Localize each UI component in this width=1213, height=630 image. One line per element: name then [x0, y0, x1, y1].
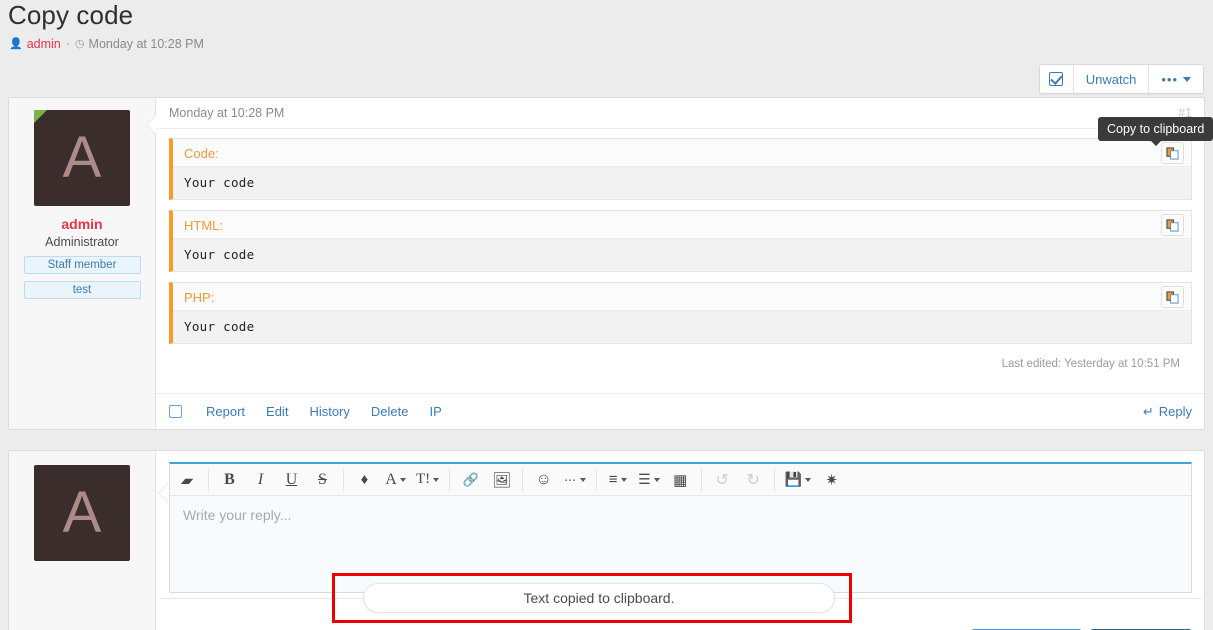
history-link[interactable]: History — [309, 404, 349, 419]
report-link[interactable]: Report — [206, 404, 245, 419]
last-edited-text: Last edited: Yesterday at 10:51 PM — [169, 354, 1192, 370]
code-block-php: PHP: Your code — [169, 282, 1192, 344]
toolbar-separator — [701, 469, 702, 491]
reply-input[interactable]: Write your reply... — [170, 496, 1191, 592]
image-icon[interactable]: 🖼 — [486, 465, 517, 495]
online-corner-flag-icon — [34, 110, 47, 123]
user-banner-test: test — [24, 281, 141, 299]
underline-icon[interactable]: U — [276, 465, 307, 495]
reply-label: Reply — [1159, 404, 1192, 419]
thread-meta: 👤 admin · ◷ Monday at 10:28 PM — [9, 37, 204, 51]
italic-icon[interactable]: I — [245, 465, 276, 495]
redo-icon[interactable]: ↻ — [738, 465, 769, 495]
page-title: Copy code — [8, 0, 133, 31]
code-block-label: HTML: — [173, 211, 1191, 239]
chevron-down-icon — [1183, 77, 1191, 82]
settings-gear-icon[interactable]: ✷ — [816, 465, 847, 495]
code-block-content: Your code — [173, 311, 1191, 343]
draft-icon[interactable]: 💾 — [780, 465, 816, 495]
code-block-content: Your code — [173, 167, 1191, 199]
thread-author-link[interactable]: admin — [27, 37, 61, 51]
chevron-down-icon — [654, 478, 660, 482]
text-color-drop-icon[interactable]: ♦ — [349, 465, 380, 495]
code-block-html: HTML: Your code — [169, 210, 1192, 272]
more-dots-label: ••• — [1161, 72, 1178, 87]
post-body: Code: Your code HTML: Your code — [156, 129, 1204, 370]
post-footer: Report Edit History Delete IP ↵ Reply — [156, 393, 1204, 429]
post-container: A admin Administrator Staff member test … — [8, 97, 1205, 430]
reply-button[interactable]: ↵ Reply — [1143, 404, 1192, 420]
rich-text-editor: ▰ B I U S ♦ A T! — [169, 462, 1192, 593]
more-options-icon[interactable]: ⋯ — [559, 465, 591, 495]
post-author-username[interactable]: admin — [61, 216, 102, 232]
post-select-checkbox[interactable] — [169, 405, 182, 418]
edit-link[interactable]: Edit — [266, 404, 288, 419]
avatar[interactable]: A — [34, 110, 130, 206]
toolbar-separator — [343, 469, 344, 491]
chevron-down-icon — [621, 478, 627, 482]
font-color-icon[interactable]: A — [380, 465, 411, 495]
post-author-title: Administrator — [45, 235, 119, 249]
chevron-down-icon — [805, 478, 811, 482]
toolbar-separator — [522, 469, 523, 491]
font-size-icon[interactable]: T! — [411, 465, 444, 495]
reply-arrow-icon: ↵ — [1143, 404, 1154, 420]
code-block-label: PHP: — [173, 283, 1191, 311]
copy-to-clipboard-icon — [1166, 147, 1179, 160]
speech-arrow — [147, 116, 156, 134]
toolbar-separator — [774, 469, 775, 491]
meta-separator: · — [65, 37, 71, 51]
code-block-label: Code: — [173, 139, 1191, 167]
code-block-content: Your code — [173, 239, 1191, 271]
clock-icon: ◷ — [75, 39, 85, 50]
copy-to-clipboard-icon — [1166, 219, 1179, 232]
post-header: Monday at 10:28 PM #1 — [156, 98, 1204, 129]
reply-avatar-sidebar: A — [9, 451, 156, 630]
checked-checkbox-icon — [1049, 72, 1063, 86]
chevron-down-icon — [580, 478, 586, 482]
ip-link[interactable]: IP — [429, 404, 441, 419]
avatar-letter: A — [63, 129, 102, 187]
copy-to-clipboard-icon — [1166, 291, 1179, 304]
undo-icon[interactable]: ↺ — [707, 465, 738, 495]
editor-toolbar: ▰ B I U S ♦ A T! — [170, 464, 1191, 496]
align-icon[interactable]: ≡ — [602, 465, 633, 495]
post-main: Monday at 10:28 PM #1 Code: Your code HT — [156, 98, 1204, 429]
toolbar-separator — [208, 469, 209, 491]
user-icon: 👤 — [9, 39, 23, 50]
post-action-links: Report Edit History Delete IP — [206, 404, 442, 419]
delete-link[interactable]: Delete — [371, 404, 409, 419]
avatar-letter: A — [63, 484, 102, 542]
table-icon[interactable]: ▦ — [665, 465, 696, 495]
list-icon[interactable]: ☰ — [633, 465, 665, 495]
user-banner-staff: Staff member — [24, 256, 141, 274]
link-icon[interactable]: 🔗 — [455, 465, 486, 495]
copy-tooltip: Copy to clipboard — [1098, 117, 1213, 141]
thread-timestamp: Monday at 10:28 PM — [89, 37, 204, 51]
strikethrough-icon[interactable]: S — [307, 465, 338, 495]
smilie-icon[interactable]: ☺ — [528, 465, 559, 495]
speech-arrow — [159, 484, 168, 502]
thread-actions-group: Unwatch ••• — [1039, 64, 1204, 94]
avatar[interactable]: A — [34, 465, 130, 561]
post-timestamp[interactable]: Monday at 10:28 PM — [169, 106, 284, 120]
code-block-code: Code: Your code — [169, 138, 1192, 200]
clipboard-toast: Text copied to clipboard. — [363, 583, 835, 613]
copy-to-clipboard-button[interactable] — [1161, 214, 1184, 236]
chevron-down-icon — [400, 478, 406, 482]
copy-to-clipboard-button[interactable] — [1161, 142, 1184, 164]
more-actions-button[interactable]: ••• — [1149, 65, 1203, 93]
toolbar-separator — [449, 469, 450, 491]
chevron-down-icon — [433, 478, 439, 482]
copy-to-clipboard-button[interactable] — [1161, 286, 1184, 308]
watch-checkbox-button[interactable] — [1040, 65, 1074, 93]
remove-formatting-icon[interactable]: ▰ — [167, 465, 208, 495]
unwatch-button[interactable]: Unwatch — [1074, 65, 1150, 93]
forum-thread-page: Copy code 👤 admin · ◷ Monday at 10:28 PM… — [0, 0, 1213, 630]
post-author-sidebar: A admin Administrator Staff member test — [9, 98, 156, 429]
toolbar-separator — [596, 469, 597, 491]
bold-icon[interactable]: B — [214, 465, 245, 495]
